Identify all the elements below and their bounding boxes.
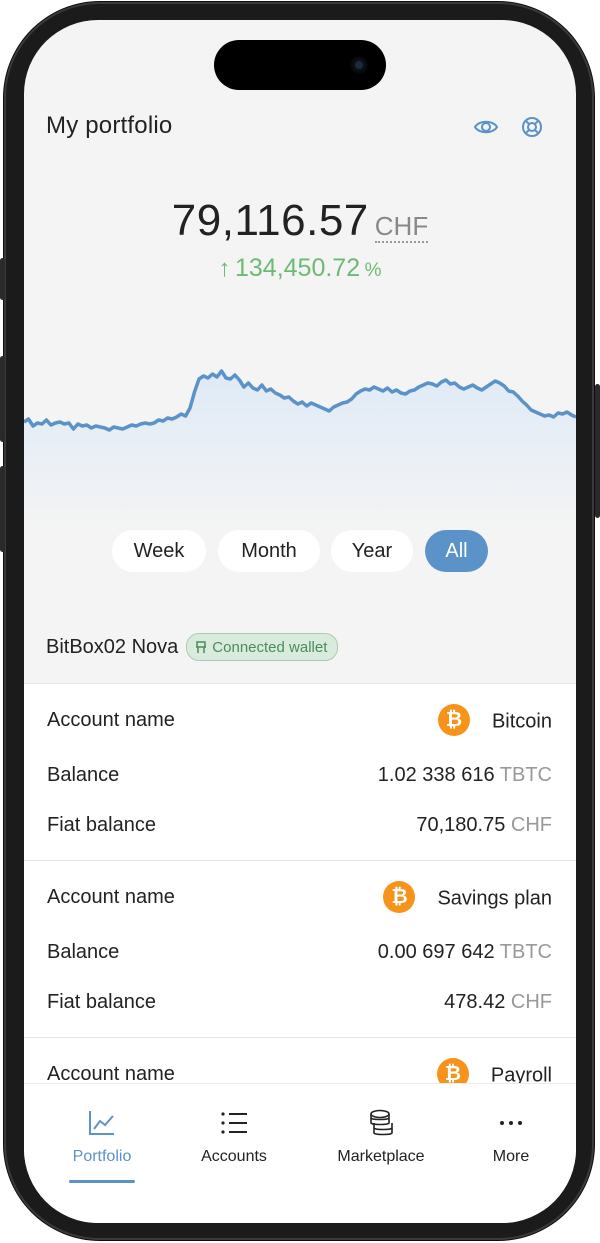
wallet-header: BitBox02 Nova Connected wallet (46, 632, 339, 662)
app-screen: My portfolio 79,116.57 CHF ↑ 134,450.72 %… (24, 20, 576, 1223)
tab-accounts[interactable]: Accounts (188, 1108, 280, 1188)
tab-label: More (492, 1148, 530, 1165)
arrow-up-icon: ↑ (218, 255, 231, 282)
fiat-balance-value: 70,180.75 CHF (416, 814, 552, 837)
balance-unit: TBTC (499, 941, 552, 963)
page-title: My portfolio (46, 112, 173, 139)
account-name: ₿ Payroll (436, 1058, 552, 1083)
portfolio-total: 79,116.57 CHF (24, 196, 576, 246)
lifebuoy-icon[interactable] (519, 114, 545, 140)
wallet-name: BitBox02 Nova (46, 635, 179, 658)
dynamic-island (214, 40, 386, 90)
currency-toggle[interactable]: CHF (374, 211, 429, 243)
camera (350, 56, 368, 74)
fiat-unit: CHF (510, 991, 552, 1013)
change-unit: % (364, 260, 382, 281)
balance-label: Balance (47, 764, 120, 786)
connected-badge-label: Connected wallet (212, 638, 328, 656)
tab-marketplace[interactable]: Marketplace (324, 1108, 438, 1188)
fiat-unit: CHF (510, 814, 552, 836)
eye-icon[interactable] (473, 114, 499, 140)
active-tab-indicator (69, 1180, 135, 1183)
balance-unit: TBTC (499, 764, 552, 786)
bottom-tab-bar: Portfolio Accounts Marketplace More (24, 1083, 576, 1223)
portfolio-change: ↑ 134,450.72 % (24, 254, 576, 283)
bitcoin-icon: ₿ (383, 881, 416, 913)
account-name-value: Payroll (490, 1064, 552, 1083)
account-card[interactable]: Account name ₿ Bitcoin Balance 1.02 338 6… (24, 683, 576, 860)
volume-up-button (0, 356, 5, 442)
divider (24, 1037, 576, 1038)
list-icon (221, 1112, 247, 1134)
account-card[interactable]: Account name ₿ Payroll (24, 1037, 576, 1083)
balance-amount: 0.00 697 642 (377, 941, 495, 963)
account-name-value: Savings plan (437, 887, 552, 910)
action-button (0, 258, 5, 300)
timeframe-year[interactable]: Year (331, 530, 413, 572)
account-card[interactable]: Account name ₿ Savings plan Balance 0.00 … (24, 860, 576, 1037)
account-name: ₿ Bitcoin (437, 704, 552, 738)
divider (24, 860, 576, 861)
volume-down-button (0, 466, 5, 552)
coins-icon (370, 1109, 393, 1136)
bitcoin-icon: ₿ (437, 704, 470, 736)
account-name-label: Account name (47, 1063, 175, 1083)
timeframe-all[interactable]: All (425, 530, 488, 572)
tab-label: Marketplace (337, 1148, 425, 1165)
divider (24, 683, 576, 684)
accounts-list: Account name ₿ Bitcoin Balance 1.02 338 6… (24, 683, 576, 1083)
change-value: 134,450.72 (234, 254, 361, 282)
power-button (595, 384, 600, 518)
connected-badge: Connected wallet (186, 633, 339, 661)
timeframe-month[interactable]: Month (218, 530, 320, 572)
tab-label: Accounts (201, 1148, 267, 1165)
tab-label: Portfolio (72, 1148, 132, 1165)
portfolio-chart[interactable] (24, 320, 576, 530)
dots-icon (500, 1121, 522, 1125)
balance-amount: 1.02 338 616 (377, 764, 495, 786)
chart-line-icon (89, 1111, 114, 1135)
account-name: ₿ Savings plan (383, 881, 552, 915)
account-name-value: Bitcoin (491, 710, 552, 733)
bitcoin-icon: ₿ (436, 1058, 469, 1083)
chart-area (24, 371, 576, 530)
timeframe-selector: Week Month Year All (24, 530, 576, 574)
fiat-balance-label: Fiat balance (47, 814, 156, 836)
fiat-amount: 70,180.75 (416, 814, 506, 836)
tab-more[interactable]: More (480, 1108, 542, 1188)
account-name-label: Account name (47, 886, 175, 908)
total-amount: 79,116.57 (171, 196, 369, 245)
fiat-balance-label: Fiat balance (47, 991, 156, 1013)
balance-label: Balance (47, 941, 120, 963)
balance-value: 1.02 338 616 TBTC (378, 764, 552, 787)
balance-value: 0.00 697 642 TBTC (378, 941, 552, 964)
fiat-balance-value: 478.42 CHF (444, 991, 552, 1014)
fiat-amount: 478.42 (444, 991, 506, 1013)
timeframe-week[interactable]: Week (112, 530, 206, 572)
usb-icon (196, 640, 207, 653)
account-name-label: Account name (47, 709, 175, 731)
tab-portfolio[interactable]: Portfolio (62, 1108, 142, 1188)
